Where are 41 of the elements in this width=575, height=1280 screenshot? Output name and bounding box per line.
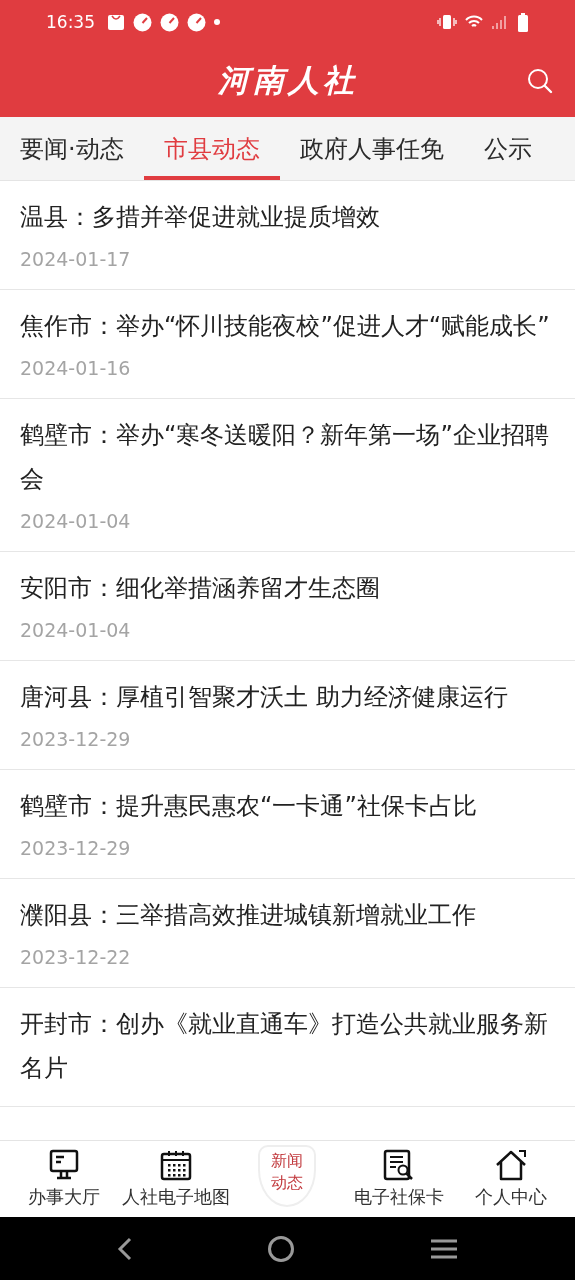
tab[interactable]: 政府人事任免	[279, 117, 464, 180]
nav-tab[interactable]: 办事大厅	[8, 1141, 120, 1217]
search-icon[interactable]	[527, 68, 553, 94]
nav-tab[interactable]: 人社电子地图	[119, 1141, 232, 1217]
article-date: 2024-01-04	[20, 618, 132, 643]
article-date: 2024-01-16	[20, 356, 132, 381]
back-icon[interactable]	[117, 1236, 134, 1261]
gauge-icon	[187, 12, 206, 32]
article-title[interactable]: 唐河县：厚植引智聚才沃土 助力经济健康运行	[20, 675, 555, 719]
wifi-icon	[465, 15, 483, 29]
vibrate-icon	[437, 14, 457, 30]
menu-icon[interactable]	[429, 1237, 458, 1260]
article-date: 2023-12-29	[20, 727, 132, 752]
nav-tab[interactable]: 电子社保卡	[343, 1141, 456, 1217]
article-title[interactable]: 濮阳县：三举措高效推进城镇新增就业工作	[20, 893, 555, 937]
gauge-icon	[133, 12, 152, 32]
home-icon[interactable]	[267, 1234, 296, 1263]
dot-icon	[214, 19, 220, 25]
status-time: 16:35	[46, 12, 95, 32]
monitor-icon	[48, 1149, 79, 1181]
article-date: 2024-01-04	[20, 509, 132, 534]
signal-icon	[491, 14, 509, 30]
house-icon	[494, 1149, 529, 1181]
gauge-icon	[160, 12, 179, 32]
article-title[interactable]: 鹤壁市：提升惠民惠农“一卡通”社保卡占比	[20, 784, 555, 828]
battery-icon	[517, 12, 529, 32]
news-tab[interactable]: 新闻动态	[258, 1145, 317, 1207]
tab[interactable]: 要闻·动态	[0, 117, 144, 180]
article-title[interactable]: 焦作市：举办“怀川技能夜校”促进人才“赋能成长”	[20, 304, 555, 348]
app-title: 河南人社	[217, 60, 358, 100]
article-title[interactable]: 温县：多措并举促进就业提质增效	[20, 195, 555, 239]
nav-tab[interactable]: 个人中心	[455, 1141, 567, 1217]
article-title[interactable]: 开封市：创办《就业直通车》打造公共就业服务新名片	[20, 1002, 555, 1090]
calendar-icon	[159, 1149, 192, 1181]
mail-icon	[107, 13, 125, 31]
article-date: 2024-01-17	[20, 247, 132, 272]
tab[interactable]: 公示	[463, 117, 552, 180]
article-date: 2023-12-29	[20, 836, 132, 861]
article-title[interactable]: 安阳市：细化举措涵养留才生态圈	[20, 566, 555, 610]
article-date: 2023-12-22	[20, 945, 132, 970]
article-title[interactable]: 鹤壁市：举办“寒冬送暖阳？新年第一场”企业招聘会	[20, 413, 555, 501]
